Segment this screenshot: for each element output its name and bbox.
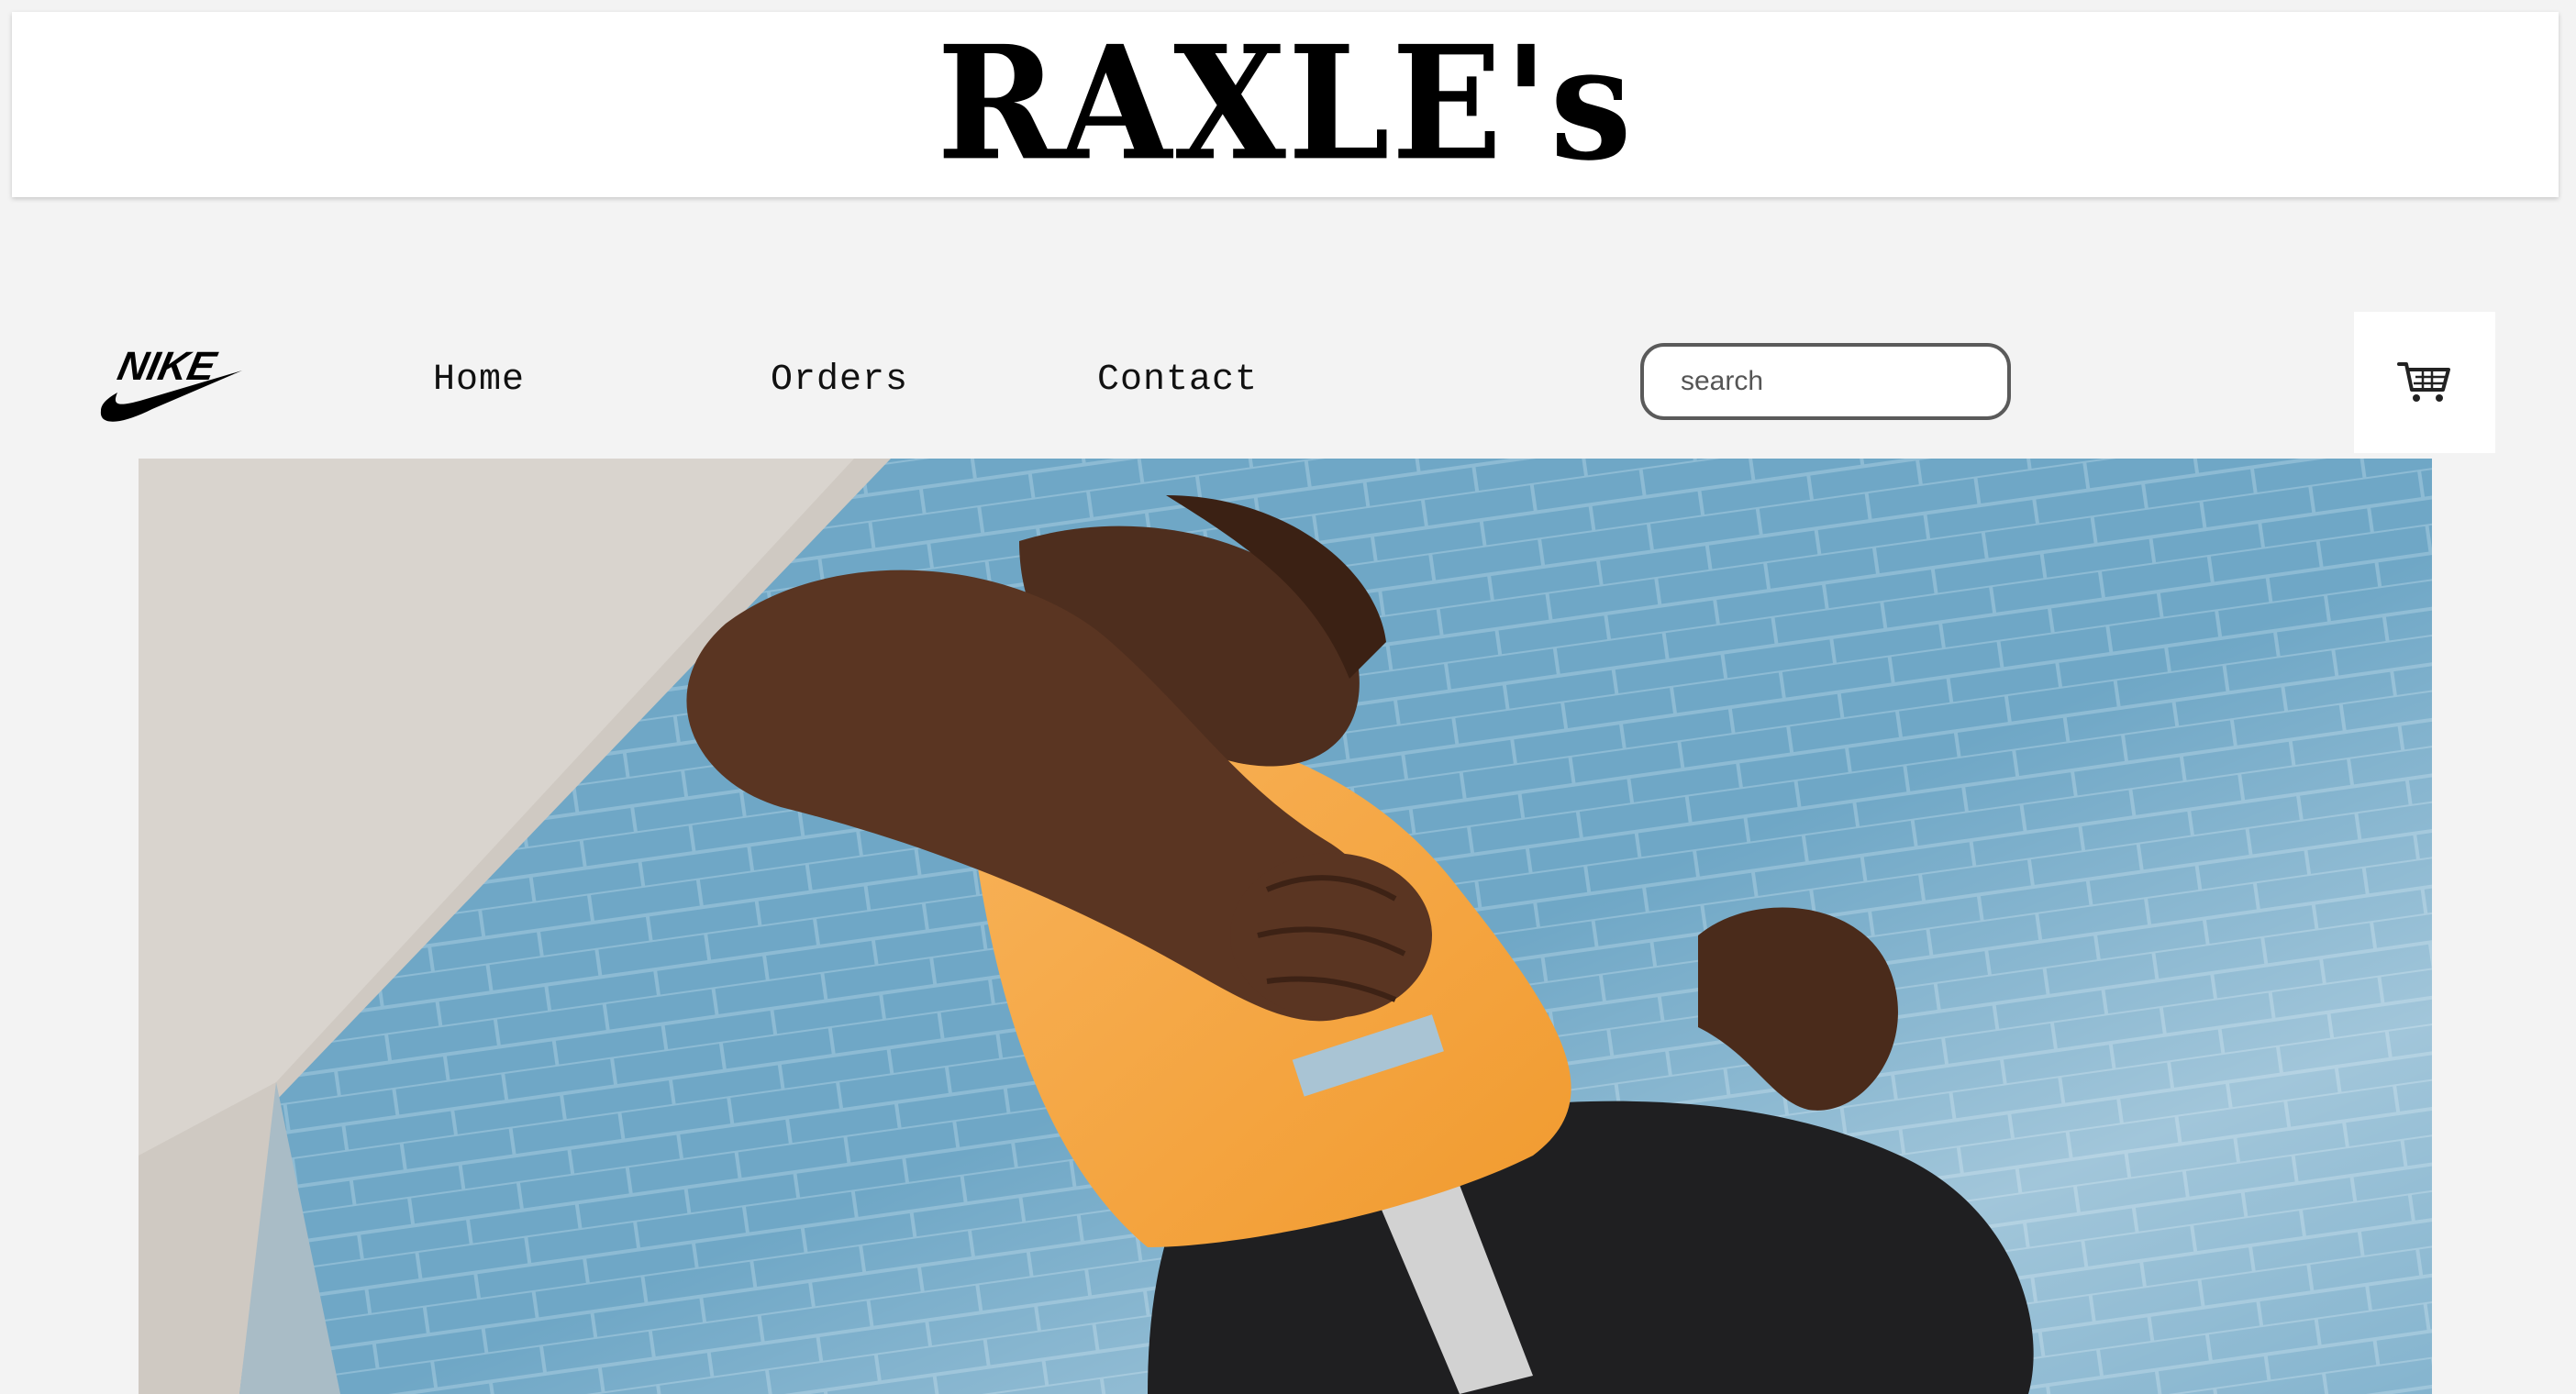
brand-header: RAXLE's [12,12,2559,197]
cart-button[interactable] [2354,312,2495,453]
nav-orders-link[interactable]: Orders [771,360,908,401]
shopping-cart-icon [2397,362,2450,402]
nike-logo-icon[interactable]: NIKE [97,337,246,426]
nav-home-link[interactable]: Home [433,360,525,401]
nav-contact-link[interactable]: Contact [1097,360,1258,401]
search-input[interactable] [1640,343,2011,420]
hero-image [139,459,2432,1394]
brand-title: RAXLE's [937,12,1634,196]
